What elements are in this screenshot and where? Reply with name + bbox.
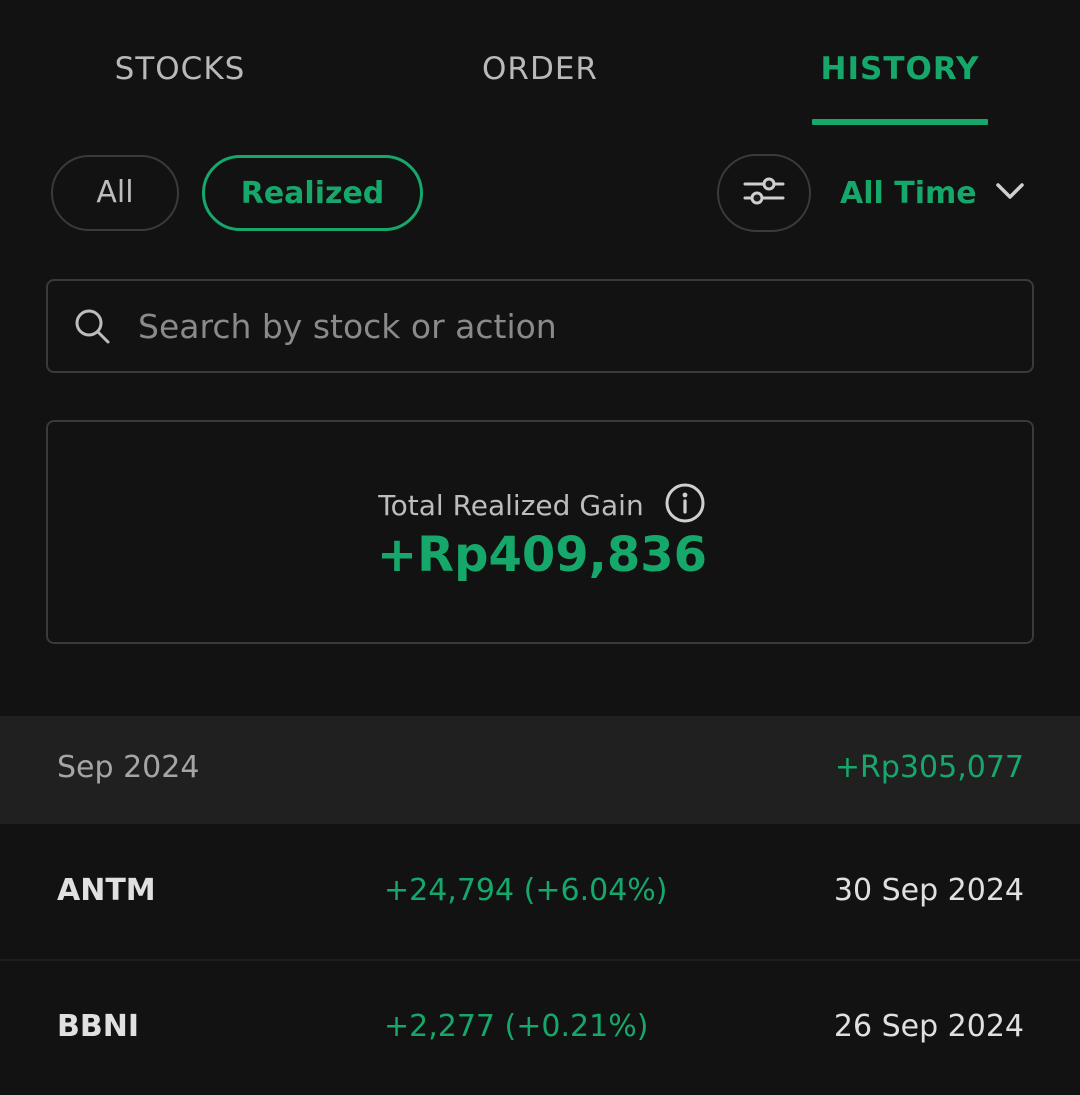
filter-chip-all[interactable]: All xyxy=(51,155,179,231)
realized-gain: +24,794 (+6.04%) xyxy=(384,873,668,908)
time-range-dropdown[interactable]: All Time xyxy=(840,165,1025,221)
month-group-header: Sep 2024 +Rp305,077 xyxy=(0,716,1080,824)
history-row[interactable]: ANTM +24,794 (+6.04%) 30 Sep 2024 xyxy=(0,825,1080,959)
history-row[interactable]: BBNI +2,277 (+0.21%) 26 Sep 2024 xyxy=(0,961,1080,1095)
active-tab-indicator xyxy=(812,119,988,125)
total-realized-gain-value: +Rp409,836 xyxy=(376,527,708,583)
tab-bar: STOCKS ORDER HISTORY xyxy=(0,0,1080,130)
time-range-label: All Time xyxy=(840,175,977,211)
info-icon[interactable] xyxy=(664,482,706,528)
summary-label-row: Total Realized Gain xyxy=(48,482,1036,528)
tab-order[interactable]: ORDER xyxy=(450,48,630,90)
sliders-icon xyxy=(743,175,785,211)
tab-history[interactable]: HISTORY xyxy=(810,48,990,90)
realized-gain: +2,277 (+0.21%) xyxy=(384,1009,649,1044)
filter-settings-button[interactable] xyxy=(717,154,811,232)
month-total-gain: +Rp305,077 xyxy=(834,750,1024,785)
chevron-down-icon xyxy=(995,181,1025,205)
tab-stocks[interactable]: STOCKS xyxy=(90,48,270,90)
filter-chip-realized[interactable]: Realized xyxy=(202,155,423,231)
search-input[interactable] xyxy=(136,295,1032,357)
trade-date: 26 Sep 2024 xyxy=(833,1009,1024,1044)
summary-label: Total Realized Gain xyxy=(378,488,644,522)
search-icon xyxy=(72,306,112,346)
month-label: Sep 2024 xyxy=(57,750,200,785)
stock-ticker: BBNI xyxy=(57,1009,140,1044)
search-box xyxy=(46,279,1034,373)
stock-ticker: ANTM xyxy=(57,873,156,908)
trade-date: 30 Sep 2024 xyxy=(833,873,1024,908)
realized-gain-card: Total Realized Gain +Rp409,836 xyxy=(46,420,1034,644)
